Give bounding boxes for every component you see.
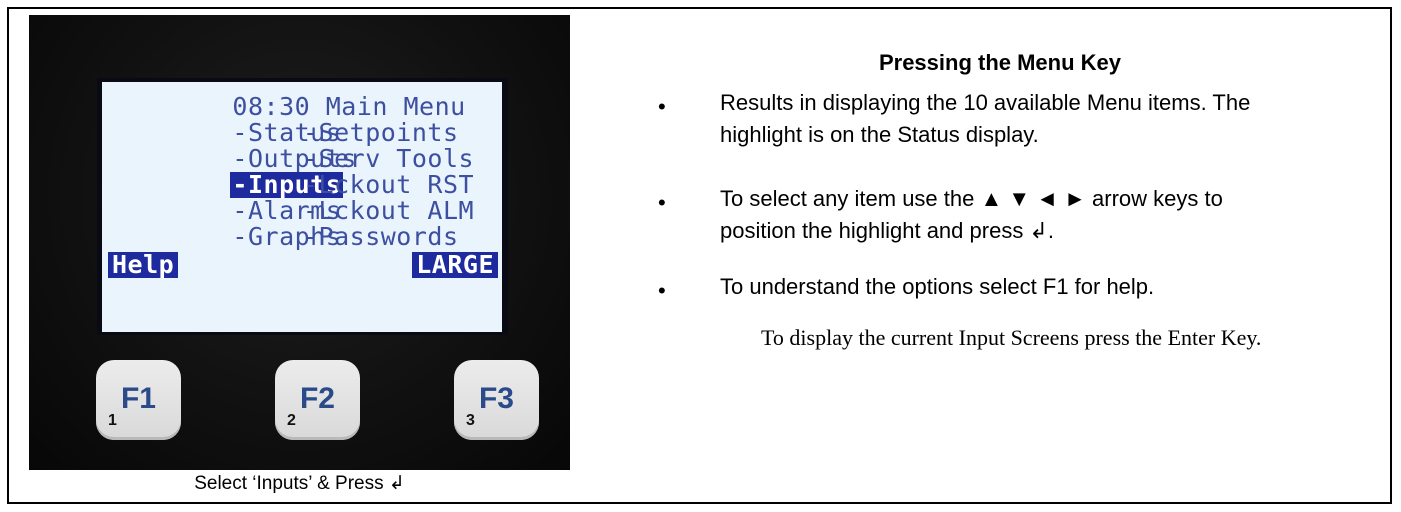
enter-key-note: To display the current Input Screens pre… [761, 325, 1262, 350]
bullet-marker: • [658, 94, 666, 119]
menu-item-setpoints[interactable]: -Setpoints [303, 120, 459, 146]
f3-key-label: F3 [478, 382, 514, 415]
menu-item-passwords[interactable]: -Passwords [303, 224, 459, 250]
f3-key[interactable]: F3 3 [454, 360, 539, 440]
lcd-display: 08:30 Main Menu -Status -Setpoints -Outp… [97, 78, 508, 335]
lcd-menu-row: -Inputs -Lckout RST [108, 172, 498, 198]
lcd-title-row: 08:30 Main Menu [108, 94, 498, 120]
f2-key-number: 2 [287, 412, 296, 429]
softkey-help[interactable]: Help [108, 252, 179, 278]
f2-key[interactable]: F2 2 [275, 360, 360, 440]
menu-item-lckout-rst[interactable]: -Lckout RST [303, 172, 474, 198]
figure-caption: Select ‘Inputs’ & Press ↲ [194, 473, 405, 494]
menu-item-lckout-alm[interactable]: -Lckout ALM [303, 198, 474, 224]
lcd-menu-row: -Status -Setpoints [108, 120, 498, 146]
bullet-text-select-item: To select any item use the ▲ ▼ ◄ ► arrow… [720, 186, 1223, 243]
bullet-marker: • [658, 190, 666, 215]
lcd-softkey-row: Help LARGE [108, 252, 498, 278]
lcd-title: 08:30 Main Menu [232, 92, 466, 121]
menu-item-serv-tools[interactable]: -Serv Tools [303, 146, 474, 172]
bullet-text-menu-items: Results in displaying the 10 available M… [720, 90, 1251, 147]
lcd-menu-row: -Alarms -Lckout ALM [108, 198, 498, 224]
f2-key-label: F2 [299, 382, 335, 415]
f1-key-number: 1 [108, 412, 117, 429]
f1-key-label: F1 [120, 382, 156, 415]
panel-heading: Pressing the Menu Key [878, 50, 1122, 75]
bullet-marker: • [658, 278, 666, 303]
lcd-menu-row: -Graphs -Passwords [108, 224, 498, 250]
f1-key[interactable]: F1 1 [96, 360, 181, 440]
lcd-menu-row: -Outputs -Serv Tools [108, 146, 498, 172]
lcd-screen: 08:30 Main Menu -Status -Setpoints -Outp… [102, 82, 502, 332]
softkey-large[interactable]: LARGE [412, 252, 498, 278]
bullet-text-help: To understand the options select F1 for … [720, 274, 1155, 299]
controller-device-photo: 08:30 Main Menu -Status -Setpoints -Outp… [29, 15, 570, 470]
f3-key-number: 3 [466, 412, 475, 429]
